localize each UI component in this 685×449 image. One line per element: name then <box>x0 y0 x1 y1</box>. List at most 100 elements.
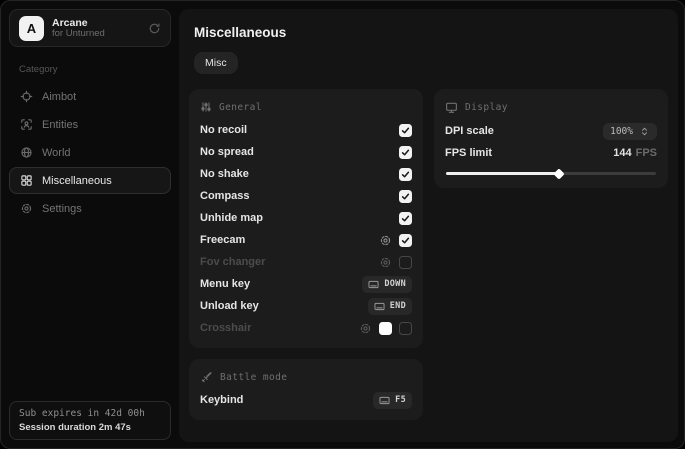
sidebar-item-aimbot[interactable]: Aimbot <box>9 83 171 110</box>
setting-label: Unhide map <box>200 212 263 224</box>
setting-row-fov-changer: Fov changer <box>200 251 412 273</box>
sidebar-item-world[interactable]: World <box>9 139 171 166</box>
row-controls <box>399 190 412 203</box>
page-title: Miscellaneous <box>194 25 668 40</box>
setting-label: No recoil <box>200 124 247 136</box>
checkbox-checked[interactable] <box>399 234 412 247</box>
row-controls <box>399 146 412 159</box>
fps-number: 144 <box>613 147 631 159</box>
subscription-expiry-text: Sub expires in 42d 00h <box>19 408 161 419</box>
chevron-up-down-icon <box>639 126 650 137</box>
row-controls <box>359 322 412 335</box>
entities-scan-icon <box>20 118 33 131</box>
sidebar-item-label: Aimbot <box>42 91 76 103</box>
sidebar-item-label: Miscellaneous <box>42 175 112 187</box>
monitor-icon <box>445 101 458 114</box>
keyboard-icon <box>379 395 390 406</box>
keybind-badge[interactable]: END <box>368 298 412 315</box>
row-controls <box>379 256 412 269</box>
display-card-title: Display <box>465 102 508 113</box>
fps-slider-thumb[interactable] <box>554 168 565 179</box>
fps-limit-value: 144 FPS <box>613 147 657 159</box>
row-controls: DOWN <box>362 276 412 293</box>
general-card-header: General <box>200 98 412 116</box>
sidebar-item-miscellaneous[interactable]: Miscellaneous <box>9 167 171 194</box>
setting-row-no-recoil: No recoil <box>200 119 412 141</box>
fps-limit-slider[interactable] <box>446 172 656 175</box>
row-settings-gear-icon[interactable] <box>379 256 392 269</box>
setting-row-freecam: Freecam <box>200 229 412 251</box>
fps-slider-fill <box>446 172 559 175</box>
checkbox-unchecked[interactable] <box>399 256 412 269</box>
checkbox-checked[interactable] <box>399 124 412 137</box>
setting-row-keybind: Keybind F5 <box>200 389 412 411</box>
row-controls <box>399 168 412 181</box>
setting-row-no-shake: No shake <box>200 163 412 185</box>
row-controls <box>379 234 412 247</box>
refresh-icon[interactable] <box>148 22 161 35</box>
checkbox-checked[interactable] <box>399 168 412 181</box>
setting-label: Keybind <box>200 394 243 406</box>
general-card: General No recoil No spreadNo shake Compas… <box>189 89 423 348</box>
app-window: A Arcane for Unturned Category AimbotEnt… <box>0 0 685 449</box>
keybind-value: END <box>390 301 406 311</box>
row-settings-gear-icon[interactable] <box>379 234 392 247</box>
row-controls <box>399 212 412 225</box>
sliders-icon <box>200 101 212 113</box>
crosshair-icon <box>20 90 33 103</box>
keyboard-icon <box>368 279 379 290</box>
keybind-badge[interactable]: F5 <box>373 392 412 409</box>
general-card-title: General <box>219 102 262 113</box>
battle-mode-card-header: Battle mode <box>200 368 412 386</box>
dpi-scale-value: 100% <box>610 126 633 137</box>
setting-label: Unload key <box>200 300 259 312</box>
setting-row-crosshair: Crosshair <box>200 317 412 339</box>
gear-icon <box>20 202 33 215</box>
color-swatch[interactable] <box>379 322 392 335</box>
globe-icon <box>20 146 33 159</box>
display-card-header: Display <box>445 98 657 116</box>
app-names: Arcane for Unturned <box>52 17 105 40</box>
dpi-scale-select[interactable]: 100% <box>603 123 657 140</box>
setting-label: Compass <box>200 190 250 202</box>
setting-row-unload-key: Unload key END <box>200 295 412 317</box>
tab-row: Misc <box>194 52 668 74</box>
tab-misc[interactable]: Misc <box>194 52 238 74</box>
sidebar: A Arcane for Unturned Category AimbotEnt… <box>1 1 179 448</box>
row-settings-gear-icon[interactable] <box>359 322 372 335</box>
battle-mode-card: Battle mode Keybind F5 <box>189 359 423 420</box>
sidebar-item-settings[interactable]: Settings <box>9 195 171 222</box>
fps-limit-row: FPS limit 144FPS <box>445 143 657 163</box>
checkbox-checked[interactable] <box>399 212 412 225</box>
app-title: Arcane <box>52 17 105 29</box>
checkbox-checked[interactable] <box>399 146 412 159</box>
display-card: Display DPI scale 100% FPS limit 144FPS <box>434 89 668 188</box>
setting-row-compass: Compass <box>200 185 412 207</box>
main-panel: Miscellaneous Misc General No recoil No s… <box>179 9 678 442</box>
setting-label: Fov changer <box>200 256 265 268</box>
row-controls: F5 <box>373 392 412 409</box>
sidebar-item-entities[interactable]: Entities <box>9 111 171 138</box>
sidebar-item-label: Entities <box>42 119 78 131</box>
setting-label: Freecam <box>200 234 245 246</box>
checkbox-unchecked[interactable] <box>399 322 412 335</box>
app-logo: A <box>19 16 44 41</box>
row-controls: END <box>368 298 412 315</box>
dpi-scale-label: DPI scale <box>445 125 494 137</box>
sidebar-item-label: Settings <box>42 203 82 215</box>
battle-mode-rows: Keybind F5 <box>200 389 412 411</box>
setting-row-menu-key: Menu keyDOWN <box>200 273 412 295</box>
checkbox-checked[interactable] <box>399 190 412 203</box>
subscription-status-card: Sub expires in 42d 00h Session duration … <box>9 401 171 440</box>
keybind-value: DOWN <box>384 279 406 289</box>
battle-mode-card-title: Battle mode <box>220 372 287 383</box>
keybind-badge[interactable]: DOWN <box>362 276 412 293</box>
dpi-scale-row: DPI scale 100% <box>445 119 657 143</box>
keybind-value: F5 <box>395 395 406 405</box>
setting-label: Crosshair <box>200 322 251 334</box>
setting-row-no-spread: No spread <box>200 141 412 163</box>
fps-unit: FPS <box>636 147 657 159</box>
keyboard-icon <box>374 301 385 312</box>
left-column: General No recoil No spreadNo shake Compas… <box>189 89 423 420</box>
app-header-card: A Arcane for Unturned <box>9 9 171 47</box>
